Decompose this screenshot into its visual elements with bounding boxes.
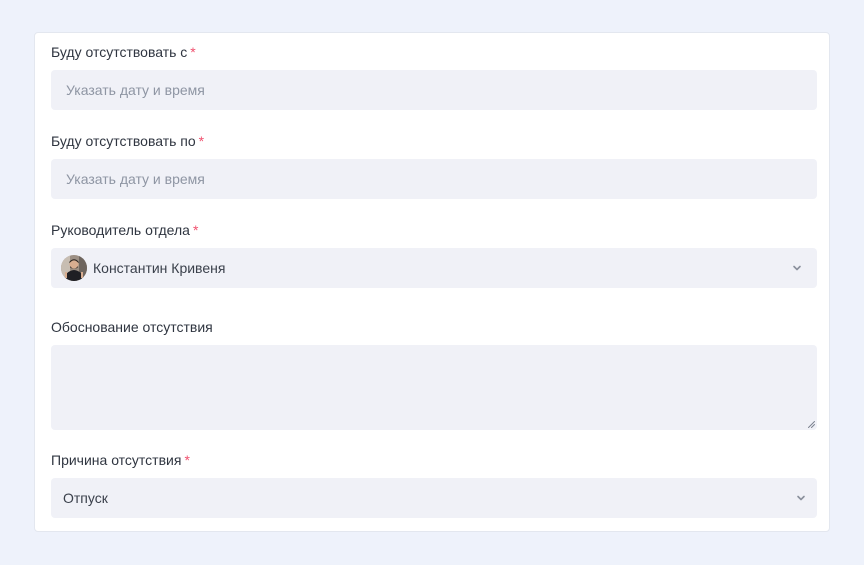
chevron-down-icon: [793, 265, 801, 271]
manager-label: Руководитель отдела *: [51, 222, 199, 238]
reason-value: Отпуск: [63, 490, 108, 506]
absent-from-placeholder: Указать дату и время: [66, 82, 205, 98]
justification-label: Обоснование отсутствия: [51, 319, 213, 335]
manager-select[interactable]: Константин Кривеня: [51, 248, 817, 288]
required-mark: *: [192, 222, 199, 238]
absent-from-label: Буду отсутствовать с *: [51, 44, 196, 60]
justification-textarea[interactable]: [51, 345, 817, 430]
manager-name: Константин Кривеня: [93, 260, 226, 276]
reason-label: Причина отсутствия *: [51, 452, 190, 468]
resize-handle-icon[interactable]: [807, 420, 815, 428]
absent-from-datetime-input[interactable]: Указать дату и время: [51, 70, 817, 110]
absent-to-label: Буду отсутствовать по *: [51, 133, 205, 149]
chevron-down-icon: [797, 495, 805, 501]
absent-to-placeholder: Указать дату и время: [66, 171, 205, 187]
absent-to-datetime-input[interactable]: Указать дату и время: [51, 159, 817, 199]
absence-form-card: Буду отсутствовать с * Указать дату и вре…: [34, 32, 830, 532]
reason-select[interactable]: Отпуск: [51, 478, 817, 518]
required-mark: *: [190, 44, 196, 60]
required-mark: *: [198, 133, 205, 149]
avatar: [61, 255, 87, 281]
required-mark: *: [184, 452, 190, 468]
